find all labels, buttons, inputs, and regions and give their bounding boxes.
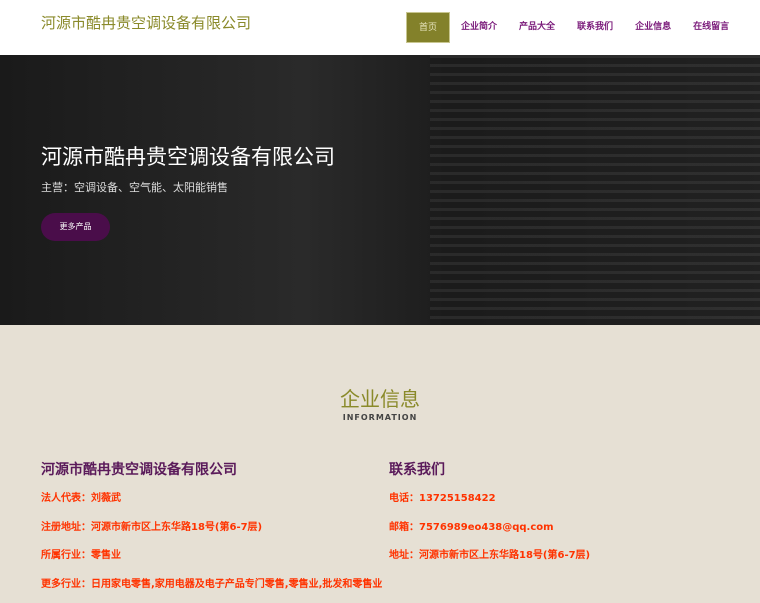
hero-banner: 河源市酷冉贵空调设备有限公司 主营：空调设备、空气能、太阳能销售 更多产品 xyxy=(0,55,760,325)
header: 河源市酷冉贵空调设备有限公司 首页 企业简介 产品大全 联系我们 企业信息 在线… xyxy=(0,0,760,55)
reg-address: 注册地址：河源市新市区上东华路18号(第6-7层) xyxy=(41,518,382,547)
nav-info[interactable]: 企业信息 xyxy=(624,12,682,43)
address: 地址：河源市新市区上东华路18号(第6-7层) xyxy=(389,546,590,575)
nav-message[interactable]: 在线留言 xyxy=(682,12,740,43)
hero-title: 河源市酷冉贵空调设备有限公司 xyxy=(41,141,335,171)
more-products-button[interactable]: 更多产品 xyxy=(41,213,110,241)
company-name: 河源市酷冉贵空调设备有限公司 xyxy=(41,459,382,479)
hero-subtitle: 主营：空调设备、空气能、太阳能销售 xyxy=(41,179,228,195)
hero-background-image xyxy=(430,55,760,325)
site-logo[interactable]: 河源市酷冉贵空调设备有限公司 xyxy=(41,12,251,33)
contact-info: 联系我们 电话：13725158422 邮箱：7576989eo438@qq.c… xyxy=(389,459,590,575)
phone: 电话：13725158422 xyxy=(389,489,590,518)
nav-home[interactable]: 首页 xyxy=(406,12,450,43)
legal-rep: 法人代表：刘薇武 xyxy=(41,489,382,518)
more-industry: 更多行业：日用家电零售,家用电器及电子产品专门零售,零售业,批发和零售业 xyxy=(41,575,382,603)
company-info: 河源市酷冉贵空调设备有限公司 法人代表：刘薇武 注册地址：河源市新市区上东华路1… xyxy=(41,459,382,603)
email: 邮箱：7576989eo438@qq.com xyxy=(389,518,590,547)
main-nav: 首页 企业简介 产品大全 联系我们 企业信息 在线留言 xyxy=(406,12,740,43)
section-title: 企业信息 xyxy=(0,383,760,412)
nav-about[interactable]: 企业简介 xyxy=(450,12,508,43)
section-subtitle: INFORMATION xyxy=(0,413,760,422)
industry: 所属行业：零售业 xyxy=(41,546,382,575)
contact-title: 联系我们 xyxy=(389,459,590,479)
nav-products[interactable]: 产品大全 xyxy=(508,12,566,43)
nav-contact[interactable]: 联系我们 xyxy=(566,12,624,43)
